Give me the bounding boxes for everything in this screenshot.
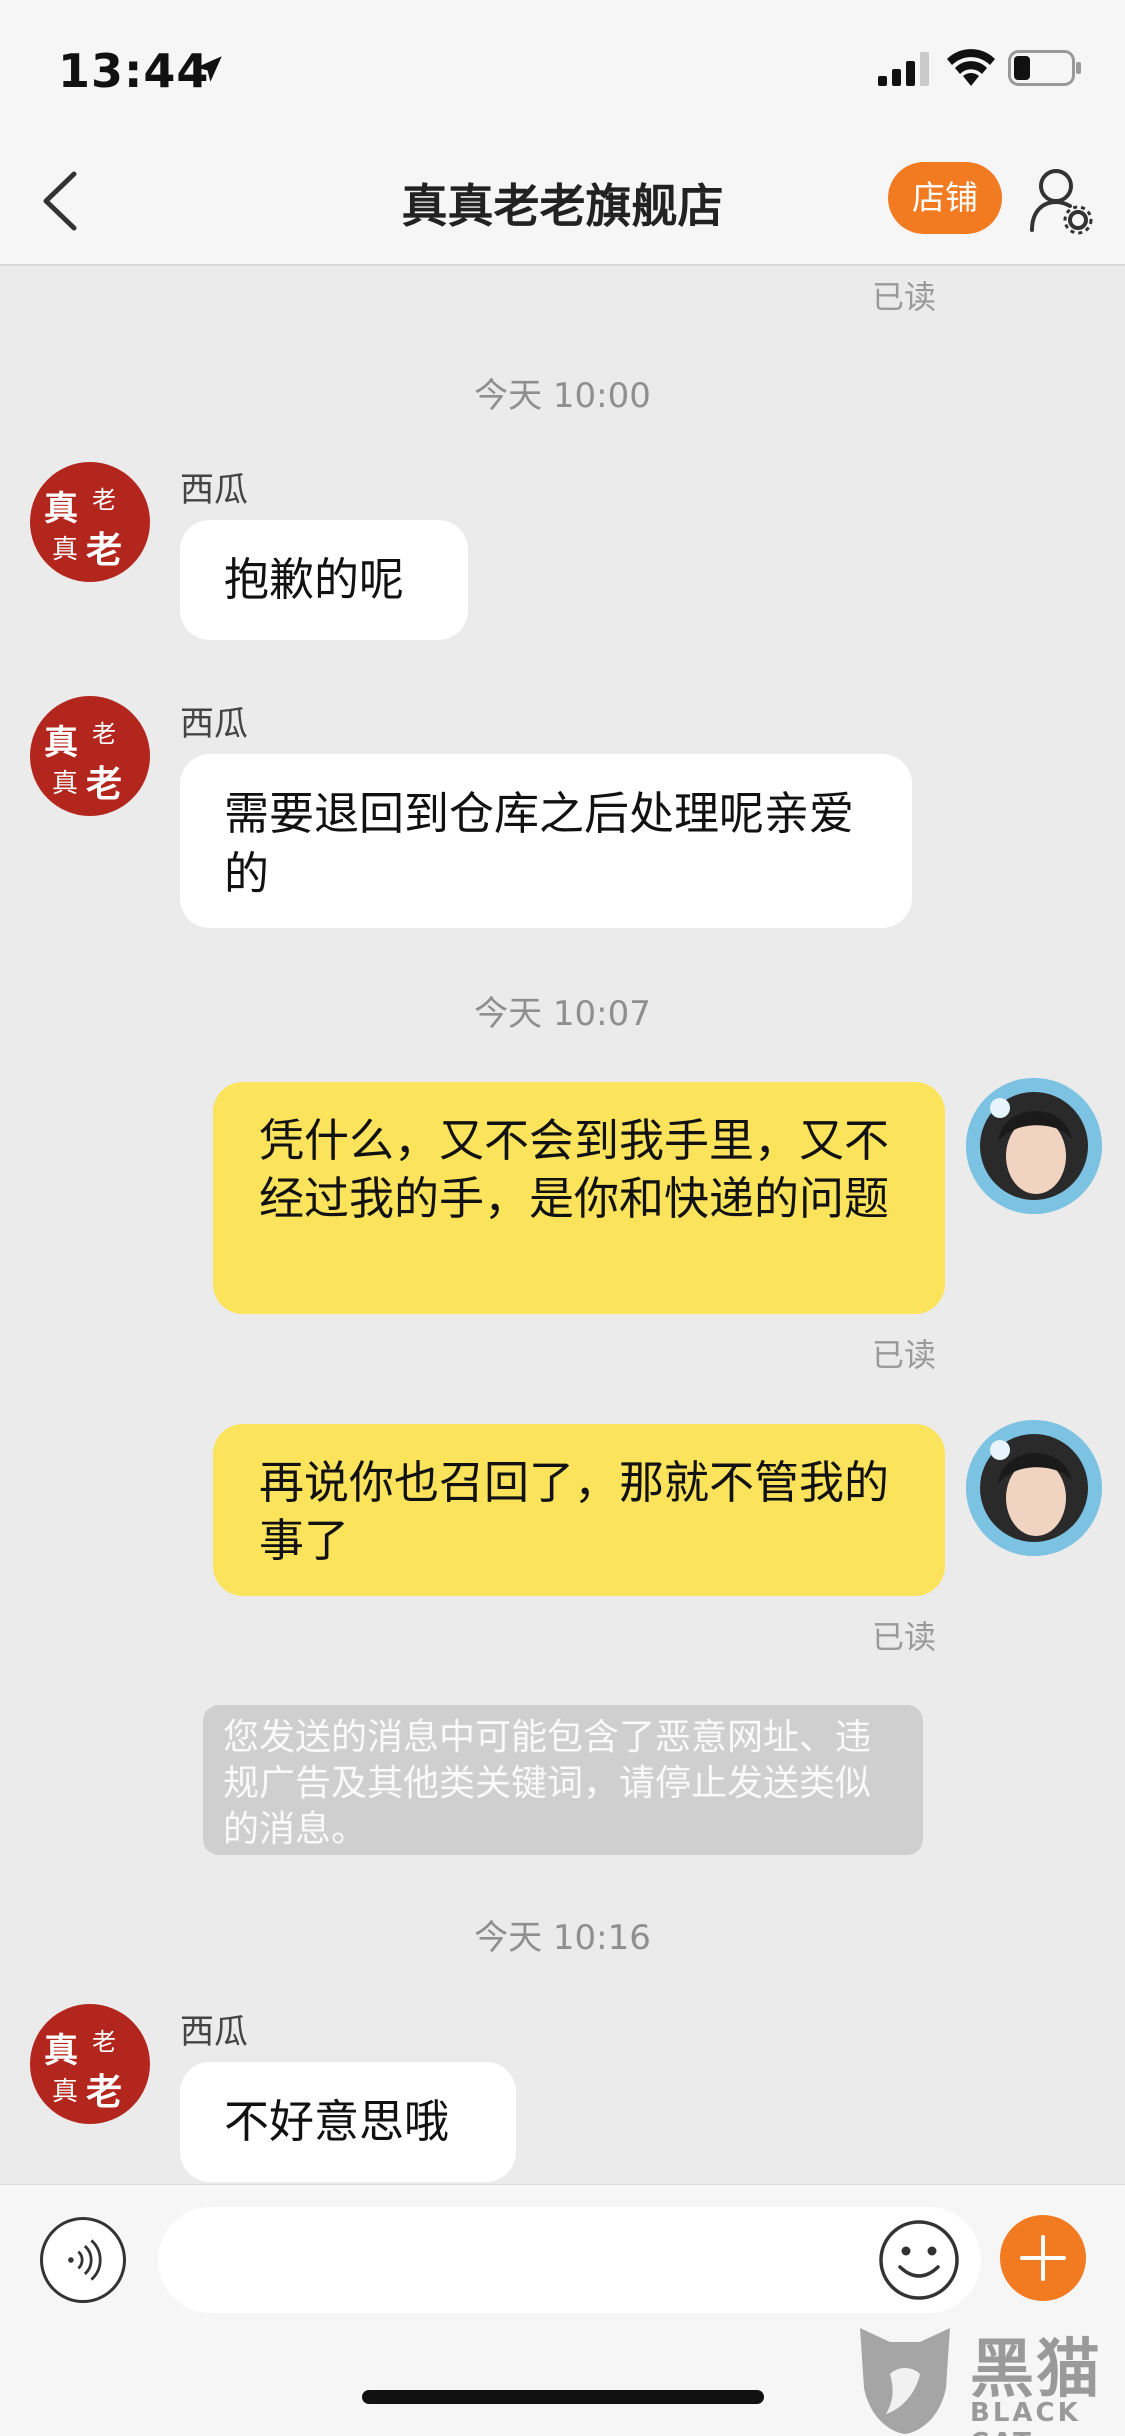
read-receipt: 已读 bbox=[872, 1336, 937, 1374]
emoji-icon[interactable] bbox=[876, 2217, 962, 2303]
timestamp: 今天 10:16 bbox=[474, 1918, 651, 1958]
svg-text:老: 老 bbox=[86, 2071, 122, 2113]
home-indicator[interactable] bbox=[362, 2390, 764, 2404]
outgoing-message[interactable]: 再说你也召回了，那就不管我的事了 bbox=[213, 1424, 945, 1596]
plus-button[interactable] bbox=[1000, 2215, 1086, 2301]
svg-text:老: 老 bbox=[92, 486, 116, 514]
shop-avatar[interactable]: 真 老 真 老 bbox=[30, 2004, 150, 2124]
svg-text:老: 老 bbox=[92, 720, 116, 748]
status-time: 13:44 bbox=[58, 44, 210, 98]
svg-text:真: 真 bbox=[52, 535, 78, 565]
outgoing-message[interactable]: 凭什么，又不会到我手里，又不经过我的手，是你和快递的问题 bbox=[213, 1082, 945, 1314]
system-notice: 您发送的消息中可能包含了恶意网址、违规广告及其他类关键词，请停止发送类似的消息。 bbox=[203, 1705, 923, 1855]
status-bar: 13:44 bbox=[0, 0, 1125, 140]
battery-icon bbox=[1008, 50, 1081, 86]
svg-text:真: 真 bbox=[44, 2031, 78, 2071]
wifi-icon bbox=[947, 49, 995, 86]
svg-text:真: 真 bbox=[44, 489, 78, 529]
timestamp: 今天 10:07 bbox=[474, 994, 651, 1034]
sender-name: 西瓜 bbox=[180, 2012, 248, 2052]
watermark-brand: 黑猫 bbox=[970, 2333, 1102, 2407]
user-photo bbox=[966, 1078, 1102, 1214]
svg-text:老: 老 bbox=[86, 763, 122, 805]
read-receipt: 已读 bbox=[872, 1618, 937, 1656]
nav-bar: 真真老老旗舰店 店铺 bbox=[0, 140, 1125, 266]
shop-logo-icon: 真 老 真 老 bbox=[44, 720, 122, 805]
svg-text:老: 老 bbox=[86, 529, 122, 571]
user-avatar[interactable] bbox=[966, 1420, 1102, 1556]
plus-icon bbox=[1020, 2235, 1066, 2281]
user-settings-icon[interactable] bbox=[1028, 164, 1094, 236]
incoming-message[interactable]: 需要退回到仓库之后处理呢亲爱的 bbox=[180, 754, 912, 928]
svg-text:老: 老 bbox=[92, 2028, 116, 2056]
black-cat-logo-icon bbox=[860, 2328, 950, 2434]
sender-name: 西瓜 bbox=[180, 704, 248, 744]
signal-icon bbox=[878, 52, 929, 86]
watermark-sub: BLACK CAT bbox=[970, 2398, 1081, 2436]
user-photo bbox=[966, 1420, 1102, 1556]
location-arrow-icon bbox=[196, 56, 222, 82]
message-input[interactable] bbox=[158, 2207, 981, 2313]
sender-name: 西瓜 bbox=[180, 470, 248, 510]
user-avatar[interactable] bbox=[966, 1078, 1102, 1214]
incoming-message[interactable]: 不好意思哦 bbox=[180, 2062, 516, 2182]
svg-text:真: 真 bbox=[52, 2077, 78, 2107]
shop-avatar[interactable]: 真 老 真 老 bbox=[30, 462, 150, 582]
timestamp: 今天 10:00 bbox=[474, 376, 651, 416]
voice-button[interactable] bbox=[40, 2217, 126, 2303]
shop-avatar[interactable]: 真 老 真 老 bbox=[30, 696, 150, 816]
voice-icon bbox=[68, 2239, 102, 2281]
svg-text:真: 真 bbox=[44, 723, 78, 763]
read-receipt: 已读 bbox=[872, 278, 937, 316]
shop-button[interactable]: 店铺 bbox=[888, 162, 1002, 234]
watermark: 黑猫 BLACK CAT bbox=[850, 2318, 1125, 2436]
incoming-message[interactable]: 抱歉的呢 bbox=[180, 520, 468, 640]
shop-logo-icon: 真 老 真 老 bbox=[44, 2028, 122, 2113]
shop-logo-icon: 真 老 真 老 bbox=[44, 486, 122, 571]
svg-text:真: 真 bbox=[52, 769, 78, 799]
